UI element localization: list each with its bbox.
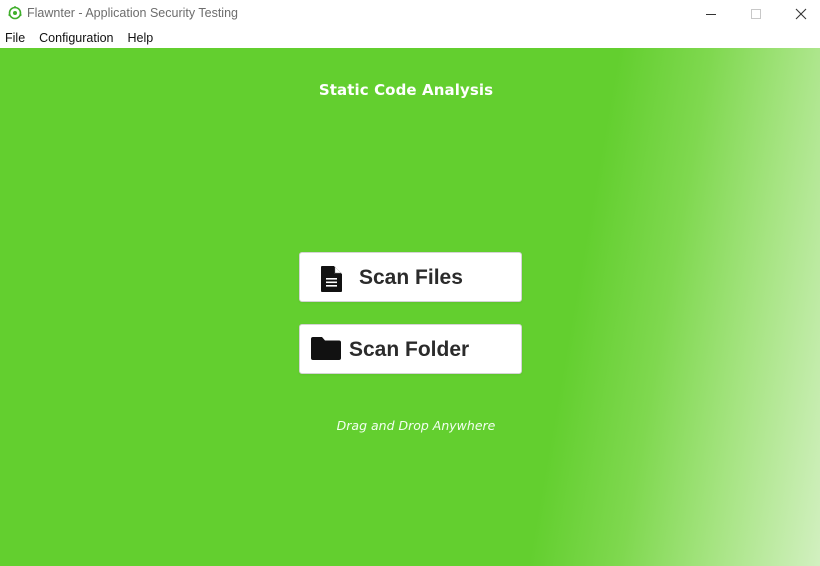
- app-window: Flawnter - Application Security Testing …: [0, 0, 820, 566]
- menu-bar: File Configuration Help: [0, 28, 820, 48]
- minimize-icon: [706, 14, 716, 15]
- menu-configuration[interactable]: Configuration: [34, 28, 120, 48]
- scan-files-label: Scan Files: [359, 266, 463, 289]
- scan-folder-button[interactable]: Scan Folder: [299, 324, 522, 374]
- close-button[interactable]: [778, 0, 820, 28]
- maximize-icon: [751, 9, 761, 19]
- page-title: Static Code Analysis: [318, 81, 494, 99]
- menu-help[interactable]: Help: [123, 28, 161, 48]
- minimize-button[interactable]: [688, 0, 734, 28]
- scan-files-button[interactable]: Scan Files: [299, 252, 522, 302]
- drag-drop-hint: Drag and Drop Anywhere: [336, 418, 496, 433]
- menu-file[interactable]: File: [0, 28, 32, 48]
- folder-icon: [311, 337, 341, 360]
- title-bar[interactable]: Flawnter - Application Security Testing: [0, 0, 820, 28]
- window-title: Flawnter - Application Security Testing: [27, 6, 238, 20]
- scan-folder-label: Scan Folder: [349, 338, 470, 361]
- app-logo-icon: [8, 6, 22, 20]
- file-icon: [321, 266, 342, 292]
- maximize-button[interactable]: [733, 0, 779, 28]
- close-icon: [795, 8, 807, 20]
- drop-zone[interactable]: Static Code Analysis Scan Files Scan Fol…: [0, 48, 820, 566]
